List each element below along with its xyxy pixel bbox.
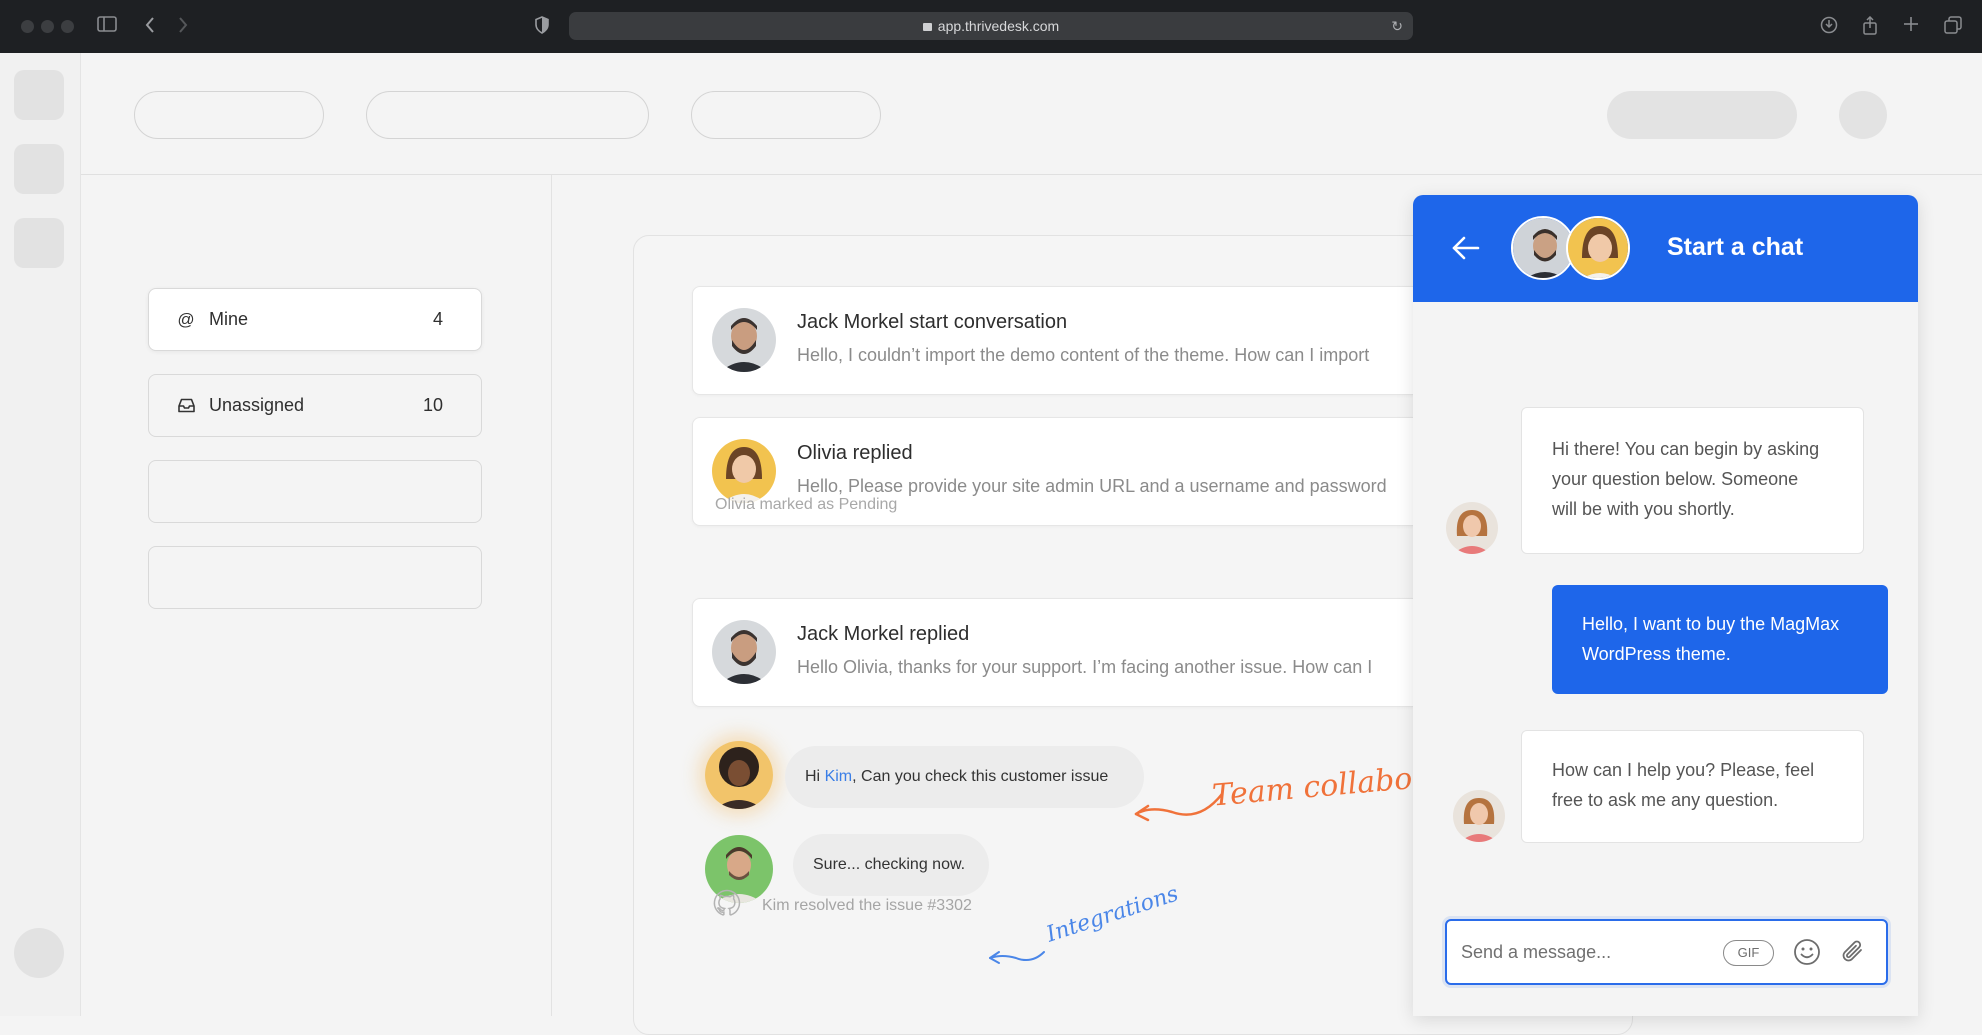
chat-title: Start a chat xyxy=(1667,233,1804,261)
sidebar-item-placeholder[interactable] xyxy=(148,546,482,609)
rail-nav-item[interactable] xyxy=(14,218,64,268)
browser-toolbar: app.thrivedesk.com ↻ xyxy=(0,0,1982,53)
sidebar-item-unassigned[interactable]: Unassigned 10 xyxy=(148,374,482,437)
message-line: Hi there! You can begin by asking xyxy=(1552,439,1820,459)
top-nav-pill[interactable] xyxy=(691,91,881,139)
github-icon xyxy=(712,888,742,918)
top-action-button[interactable] xyxy=(1607,91,1797,139)
sidebar-item-mine[interactable]: @ Mine 4 xyxy=(148,288,482,351)
conversation-preview: Hello, I couldn’t import the demo conten… xyxy=(797,345,1370,365)
team-message-bubble: Sure... checking now. xyxy=(793,834,989,896)
tab-overview-icon[interactable] xyxy=(1944,16,1962,38)
avatar-jack xyxy=(712,308,776,372)
back-arrow-icon[interactable] xyxy=(1451,235,1481,261)
forward-nav-icon[interactable] xyxy=(177,16,189,38)
agent-avatar-olivia xyxy=(1566,216,1630,280)
left-rail xyxy=(0,53,81,1016)
message-composer: GIF xyxy=(1445,919,1888,985)
top-bar xyxy=(81,53,1982,175)
chat-message-user: Hello, I want to buy the MagMax WordPres… xyxy=(1552,585,1888,694)
message-line: Hello, I want to buy the MagMax xyxy=(1582,614,1840,634)
top-nav-pill[interactable] xyxy=(134,91,324,139)
agent-avatar xyxy=(1453,790,1505,842)
message-line: WordPress theme. xyxy=(1582,644,1731,664)
rail-user-avatar[interactable] xyxy=(14,928,64,978)
rail-nav-item[interactable] xyxy=(14,144,64,194)
team-message-bubble: Hi Kim, Can you check this customer issu… xyxy=(785,746,1144,808)
zoom-window-dot[interactable] xyxy=(61,20,74,33)
lock-icon xyxy=(922,23,932,31)
avatar-olivia xyxy=(712,439,776,503)
sidebar-item-placeholder[interactable] xyxy=(148,460,482,523)
downloads-icon[interactable] xyxy=(1820,16,1838,38)
sidebar-toggle-icon[interactable] xyxy=(97,16,117,36)
mention-kim[interactable]: Kim xyxy=(825,768,853,785)
inbox-icon xyxy=(177,397,195,415)
chat-widget: Start a chat Hi there! You can begin by … xyxy=(1413,195,1918,1016)
conversation-card[interactable]: Jack Morkel start conversation Hello, I … xyxy=(692,286,1492,395)
new-tab-icon[interactable] xyxy=(1903,16,1919,36)
conversation-title: Jack Morkel replied xyxy=(797,623,970,645)
chat-header: Start a chat xyxy=(1413,195,1918,302)
avatar-jack xyxy=(712,620,776,684)
conversation-card[interactable]: Jack Morkel replied Hello Olivia, thanks… xyxy=(692,598,1492,707)
pending-status-note: Olivia marked as Pending xyxy=(715,496,898,513)
message-line: your question below. Someone xyxy=(1552,469,1799,489)
reload-icon[interactable]: ↻ xyxy=(1391,12,1403,40)
conversation-preview: Hello Olivia, thanks for your support. I… xyxy=(797,657,1373,677)
share-icon[interactable] xyxy=(1862,15,1878,40)
message-line: will be with you shortly. xyxy=(1552,499,1735,519)
message-input[interactable] xyxy=(1461,939,1711,965)
privacy-shield-icon[interactable] xyxy=(534,16,550,38)
resolved-issue-note: Kim resolved the issue #3302 xyxy=(762,897,972,914)
top-nav-pill[interactable] xyxy=(366,91,649,139)
back-nav-icon[interactable] xyxy=(144,16,156,38)
conversation-title: Olivia replied xyxy=(797,442,913,464)
top-user-avatar[interactable] xyxy=(1839,91,1887,139)
conversation-title: Jack Morkel start conversation xyxy=(797,311,1068,333)
sidebar-item-label: Mine xyxy=(209,309,249,329)
message-line: How can I help you? Please, feel xyxy=(1552,760,1815,780)
at-icon: @ xyxy=(177,309,195,329)
chat-message-agent: How can I help you? Please, feel free to… xyxy=(1521,730,1864,843)
message-line: free to ask me any question. xyxy=(1552,790,1779,810)
sidebar-item-count: 10 xyxy=(422,395,443,415)
chat-message-agent: Hi there! You can begin by asking your q… xyxy=(1521,407,1864,554)
inbox-sidebar: @ Mine 4 Unassigned 10 xyxy=(81,175,552,1016)
gif-button[interactable]: GIF xyxy=(1723,940,1774,966)
conversation-preview: Hello, Please provide your site admin UR… xyxy=(797,476,1387,496)
emoji-icon[interactable] xyxy=(1792,937,1822,967)
close-window-dot[interactable] xyxy=(21,20,34,33)
url-text: app.thrivedesk.com xyxy=(937,18,1060,34)
agent-avatar xyxy=(1446,502,1498,554)
minimize-window-dot[interactable] xyxy=(41,20,54,33)
team-message-text: Hi Kim, Can you check this customer issu… xyxy=(805,768,1109,785)
sidebar-item-label: Unassigned xyxy=(209,395,305,415)
avatar-teammate xyxy=(705,741,773,809)
integrations-annotation-arrow xyxy=(989,951,1045,964)
team-message-text: Sure... checking now. xyxy=(813,856,966,873)
sidebar-item-count: 4 xyxy=(432,309,443,329)
address-bar[interactable]: app.thrivedesk.com ↻ xyxy=(569,12,1413,40)
attachment-icon[interactable] xyxy=(1839,937,1867,967)
rail-nav-item[interactable] xyxy=(14,70,64,120)
